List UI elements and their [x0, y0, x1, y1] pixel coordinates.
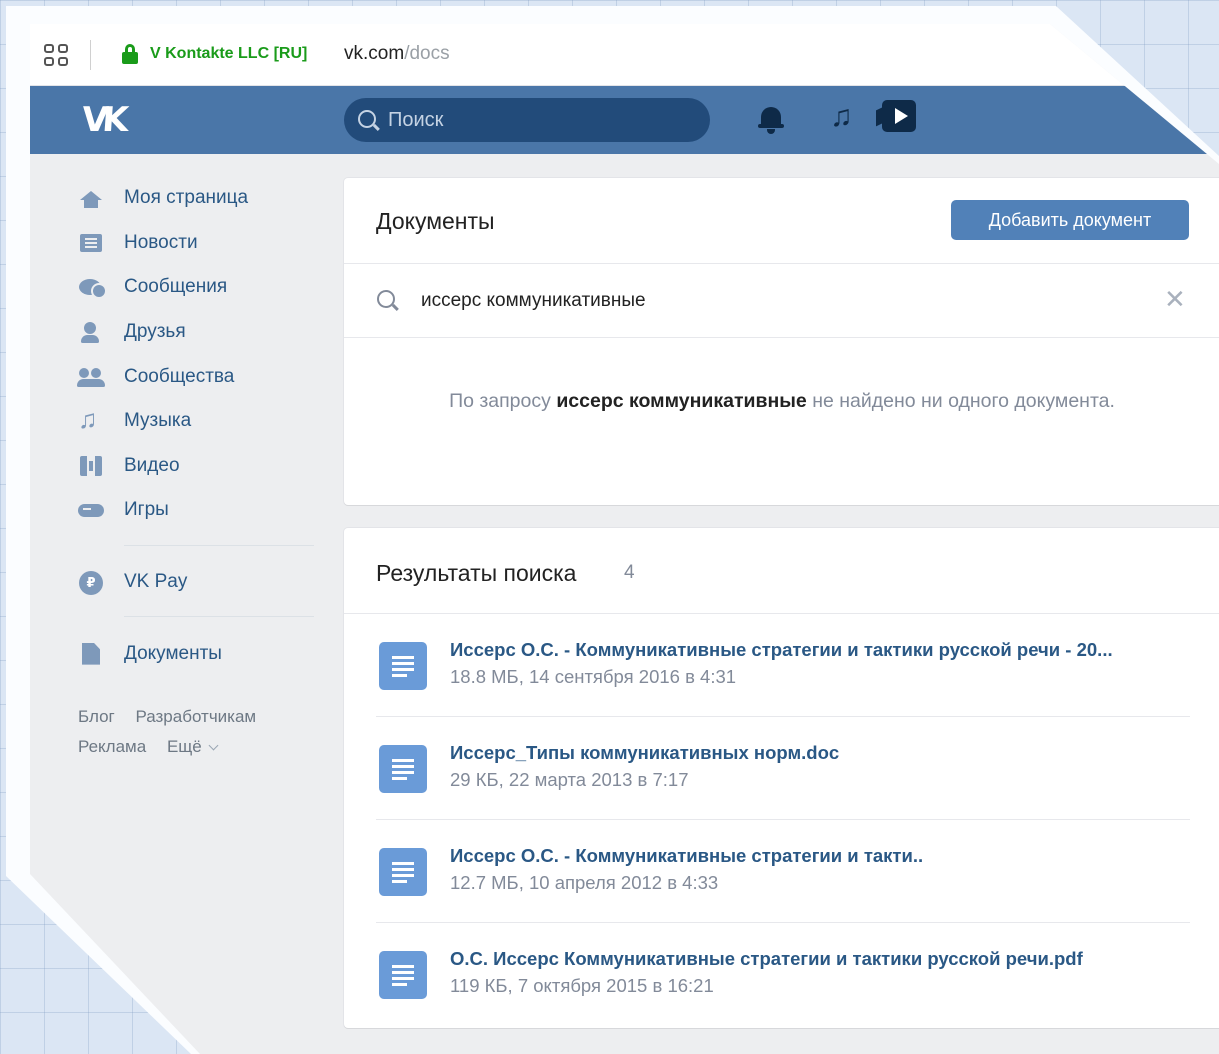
sidebar-item-friends[interactable]: Друзья: [78, 310, 314, 355]
no-results-prefix: По запросу: [449, 390, 551, 412]
search-results-header: Результаты поиска 4: [344, 528, 1219, 614]
groups-icon: [77, 366, 105, 388]
list-item[interactable]: Иссерс О.С. - Коммуникативные стратегии …: [376, 820, 1190, 923]
bell-icon[interactable]: [758, 104, 784, 134]
document-meta: 29 КБ, 22 марта 2013 в 7:17: [450, 769, 689, 790]
document-title-link[interactable]: Иссерс О.С. - Коммуникативные стратегии …: [450, 639, 1113, 661]
list-item[interactable]: Иссерс_Типы коммуникативных норм.doc 29 …: [376, 717, 1190, 820]
documents-search-input[interactable]: иссерс коммуникативные ✕: [344, 264, 1219, 338]
messages-icon: [78, 276, 105, 298]
footer-link-developers[interactable]: Разработчикам: [135, 707, 256, 726]
header-search-input[interactable]: Поиск: [344, 98, 710, 142]
no-results-message: По запросу иссерс коммуникативные не най…: [404, 384, 1160, 419]
document-title-link[interactable]: О.С. Иссерс Коммуникативные стратегии и …: [450, 948, 1083, 970]
vkpay-icon: ₽: [78, 571, 104, 596]
page-title: Документы: [376, 208, 495, 234]
footer-more-menu[interactable]: Ещё: [166, 736, 219, 756]
sidebar-divider: [124, 616, 314, 618]
document-meta: 12.7 МБ, 10 апреля 2012 в 4:33: [450, 872, 719, 893]
address-separator: [90, 40, 91, 70]
list-item[interactable]: Иссерс О.С. - Коммуникативные стратегии …: [376, 614, 1190, 717]
sidebar-divider: [124, 544, 314, 546]
footer-link-ads[interactable]: Реклама: [78, 737, 146, 756]
tabs-grid-icon[interactable]: [44, 44, 70, 68]
search-results-count: 4: [624, 562, 635, 583]
friends-icon: [78, 321, 104, 344]
sidebar-item-label: Моя страница: [124, 187, 249, 209]
music-note-icon[interactable]: ♫: [830, 102, 853, 132]
footer-link-blog[interactable]: Блог: [78, 707, 115, 726]
sidebar-item-label: Игры: [124, 499, 169, 521]
document-meta: 119 КБ, 7 октября 2015 в 16:21: [450, 975, 714, 996]
document-icon: [78, 642, 104, 665]
sidebar-item-messages[interactable]: Сообщения: [78, 265, 314, 310]
document-file-icon[interactable]: [379, 745, 427, 793]
sidebar: Моя страница Новости Сообщения Друзья Со…: [77, 176, 314, 762]
document-title-link[interactable]: Иссерс О.С. - Коммуникативные стратегии …: [450, 845, 923, 867]
sidebar-item-label: Сообщества: [124, 365, 235, 387]
chevron-down-icon: [208, 740, 219, 751]
browser-window: V Kontakte LLC [RU] vk.com/docs VK Поиск…: [30, 24, 1219, 1054]
sidebar-item-documents[interactable]: Документы: [78, 631, 314, 676]
lock-icon[interactable]: [122, 44, 138, 64]
sidebar-item-label: Видео: [124, 454, 180, 476]
sidebar-item-label: Сообщения: [124, 276, 228, 298]
vk-header: VK Поиск ♫: [30, 86, 1219, 154]
sidebar-item-label: Друзья: [124, 321, 186, 343]
music-icon: ♫: [78, 404, 98, 435]
sidebar-footer: Блог Разработчикам Реклама Ещё: [78, 702, 314, 762]
document-title-link[interactable]: Иссерс_Типы коммуникативных норм.doc: [450, 742, 839, 764]
sidebar-item-games[interactable]: Игры: [78, 488, 314, 533]
footer-more-label: Ещё: [166, 736, 202, 756]
sidebar-item-label: Музыка: [124, 410, 192, 432]
url-path: /docs: [404, 43, 450, 64]
no-results-query: иссерс коммуникативные: [556, 390, 807, 412]
url-field[interactable]: vk.com/docs: [344, 43, 450, 65]
search-icon: [358, 110, 376, 128]
documents-panel-header: Документы Добавить документ: [344, 178, 1219, 264]
video-icon: [78, 455, 104, 477]
sidebar-item-label: Документы: [124, 642, 222, 664]
search-query-text[interactable]: иссерс коммуникативные: [421, 290, 646, 312]
document-file-icon[interactable]: [379, 642, 427, 690]
search-results-title: Результаты поиска: [376, 560, 577, 586]
site-identity[interactable]: V Kontakte LLC [RU]: [150, 45, 307, 63]
url-host: vk.com: [344, 43, 405, 64]
no-results-suffix: не найдено ни одного документа.: [812, 390, 1115, 412]
documents-panel: Документы Добавить документ иссерс комму…: [344, 178, 1219, 505]
address-bar: V Kontakte LLC [RU] vk.com/docs: [30, 24, 1219, 86]
sidebar-item-label: Новости: [124, 231, 198, 253]
home-icon: [78, 187, 104, 209]
search-results-panel: Результаты поиска 4 Иссерс О.С. - Коммун…: [344, 528, 1219, 1028]
search-icon: [377, 290, 395, 308]
sidebar-item-label: VK Pay: [124, 571, 188, 593]
sidebar-item-music[interactable]: ♫ Музыка: [78, 399, 314, 444]
sidebar-item-my-page[interactable]: Моя страница: [78, 176, 314, 221]
document-file-icon[interactable]: [379, 848, 427, 896]
news-icon: [78, 232, 104, 254]
play-icon[interactable]: [876, 100, 916, 132]
vk-logo[interactable]: VK: [81, 100, 124, 140]
add-document-button[interactable]: Добавить документ: [951, 200, 1189, 240]
header-search-placeholder: Поиск: [388, 109, 444, 131]
document-meta: 18.8 МБ, 14 сентября 2016 в 4:31: [450, 666, 737, 687]
sidebar-item-groups[interactable]: Сообщества: [77, 354, 314, 399]
list-item[interactable]: О.С. Иссерс Коммуникативные стратегии и …: [376, 923, 1190, 1026]
sidebar-item-video[interactable]: Видео: [78, 444, 314, 489]
games-icon: [78, 499, 104, 521]
document-file-icon[interactable]: [379, 951, 427, 999]
close-icon[interactable]: ✕: [1164, 286, 1186, 312]
sidebar-item-news[interactable]: Новости: [78, 221, 314, 266]
sidebar-item-vkpay[interactable]: ₽ VK Pay: [78, 560, 314, 605]
